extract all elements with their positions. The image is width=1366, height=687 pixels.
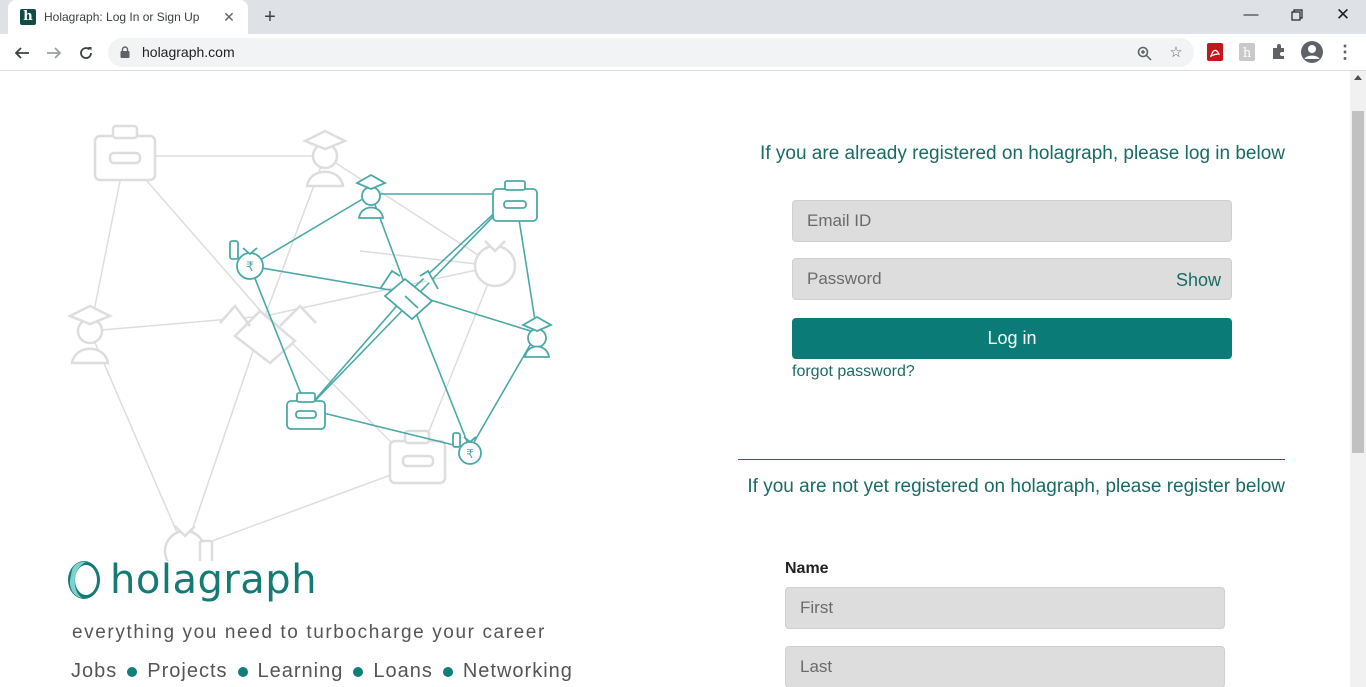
bookmark-star-icon[interactable]: ☆ <box>1165 42 1187 64</box>
handshake-icon <box>379 269 439 321</box>
minimize-icon[interactable]: — <box>1228 0 1274 30</box>
email-field[interactable] <box>792 200 1232 242</box>
password-field[interactable]: Show <box>792 258 1232 300</box>
browser-tab[interactable]: h Holagraph: Log In or Sign Up ✕ <box>8 0 248 34</box>
login-button[interactable]: Log in <box>792 318 1232 359</box>
close-window-icon[interactable]: ✕ <box>1320 0 1366 30</box>
service-loans: Loans <box>373 660 433 682</box>
svg-text:h: h <box>1243 46 1252 61</box>
brand-name: holagraph <box>110 557 318 603</box>
address-bar[interactable]: holagraph.com ☆ <box>108 38 1194 67</box>
svg-text:₹: ₹ <box>246 260 254 275</box>
last-name-input[interactable] <box>786 647 1224 687</box>
moneybag-icon: ₹ <box>229 240 264 280</box>
services-list: Jobs Projects Learning Loans Networking <box>71 660 573 683</box>
bullet-dot-icon <box>442 666 453 677</box>
tagline: everything you need to turbocharge your … <box>72 622 546 643</box>
briefcase-icon-2 <box>286 392 326 430</box>
new-tab-icon[interactable]: + <box>258 5 282 29</box>
extensions-puzzle-icon[interactable] <box>1269 42 1291 64</box>
page-scrollbar[interactable] <box>1350 71 1366 687</box>
chrome-menu-icon[interactable]: ⋮ <box>1334 42 1356 64</box>
career-network-illustration: ₹ ₹ <box>66 124 554 561</box>
section-divider <box>738 459 1285 460</box>
forward-icon[interactable] <box>40 39 68 67</box>
scroll-up-arrow-icon[interactable] <box>1354 75 1362 80</box>
reload-icon[interactable] <box>72 39 100 67</box>
register-heading: If you are not yet registered on holagra… <box>747 476 1285 497</box>
holagraph-logo-icon <box>68 561 100 599</box>
tab-title: Holagraph: Log In or Sign Up <box>44 10 200 24</box>
service-jobs: Jobs <box>71 660 118 682</box>
first-name-field[interactable] <box>785 587 1225 629</box>
back-icon[interactable] <box>8 39 36 67</box>
brand-logo: holagraph <box>64 557 317 603</box>
first-name-input[interactable] <box>786 588 1224 628</box>
graduate-icon <box>354 173 388 219</box>
show-password-toggle[interactable]: Show <box>1176 270 1221 291</box>
site-favicon-icon: h <box>20 9 36 25</box>
name-label: Name <box>785 560 829 577</box>
browser-toolbar: holagraph.com ☆ h ⋮ <box>0 34 1366 71</box>
service-learning: Learning <box>257 660 344 682</box>
url-text: holagraph.com <box>142 44 235 60</box>
page-content: ₹ ₹ holagraph everything you need to tur… <box>0 71 1350 687</box>
browser-tab-strip: h Holagraph: Log In or Sign Up ✕ + — ✕ <box>0 0 1366 34</box>
pdf-extension-icon[interactable] <box>1205 42 1227 64</box>
service-projects: Projects <box>147 660 228 682</box>
bullet-dot-icon <box>237 666 248 677</box>
graduate-icon-2 <box>520 315 554 358</box>
briefcase-icon <box>492 180 538 222</box>
last-name-field[interactable] <box>785 646 1225 687</box>
tab-close-icon[interactable]: ✕ <box>220 9 238 26</box>
email-input[interactable] <box>793 201 1231 241</box>
bullet-dot-icon <box>127 666 138 677</box>
restore-icon[interactable] <box>1274 0 1320 30</box>
zoom-icon[interactable] <box>1133 42 1155 64</box>
svg-text:₹: ₹ <box>466 447 474 461</box>
bullet-dot-icon <box>353 666 364 677</box>
lock-icon <box>120 46 130 58</box>
faded-handshake-icon <box>219 304 317 365</box>
password-input[interactable] <box>793 259 1231 299</box>
scrollbar-thumb[interactable] <box>1352 111 1364 453</box>
forgot-password-link[interactable]: forgot password? <box>792 363 915 381</box>
login-heading: If you are already registered on holagra… <box>760 143 1285 164</box>
h-extension-icon[interactable]: h <box>1237 42 1259 64</box>
service-networking: Networking <box>462 660 573 682</box>
profile-avatar-icon[interactable] <box>1300 41 1323 64</box>
